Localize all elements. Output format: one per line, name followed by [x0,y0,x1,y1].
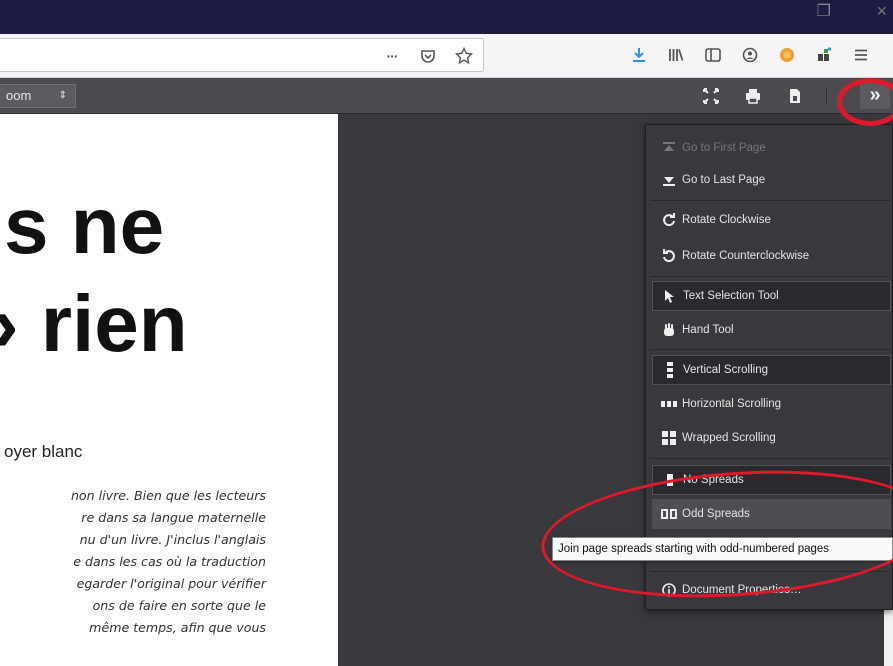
menu-item-text-selection-tool[interactable]: Text Selection Tool [652,281,891,311]
menu-item-label: Vertical Scrolling [683,364,769,376]
wrapped-scroll-icon [660,430,678,446]
menu-item-rotate-clockwise[interactable]: Rotate Clockwise [652,205,891,235]
menu-item-label: Go to Last Page [682,174,766,186]
pocket-icon[interactable] [417,45,439,67]
menu-item-label: Text Selection Tool [683,290,779,302]
extensions-puzzle-icon[interactable] [813,44,835,66]
menu-separator [650,200,890,201]
menu-item-rotate-counterclockwise[interactable]: Rotate Counterclockwise [652,241,891,271]
presentation-mode-icon[interactable] [700,85,722,107]
zoom-select-label: oom [6,88,32,103]
download-icon[interactable] [784,85,806,107]
menu-item-wrapped-scrolling[interactable]: Wrapped Scrolling [652,423,891,453]
menu-icon[interactable] [850,44,872,66]
document-heading-line-2: › rien [0,279,188,368]
pdf-toolbar: oom ⇕ » [0,78,893,114]
restore-window-button[interactable]: ❐ [817,4,831,20]
menu-separator [650,458,890,459]
bookmark-star-icon[interactable] [453,45,475,67]
menu-item-go-to-first-page[interactable]: Go to First Page [652,133,891,163]
document-heading-line-1: s ne [4,181,165,270]
zoom-select-arrow: ⇕ [58,90,67,101]
pdf-toolbar-buttons [700,85,826,107]
rotate-cw-icon [660,213,678,227]
menu-item-label: Go to First Page [682,142,766,154]
account-icon[interactable] [739,44,761,66]
horizontal-scroll-icon [660,400,678,408]
menu-item-hand-tool[interactable]: Hand Tool [652,315,891,345]
menu-separator [650,276,890,277]
sidebar-icon[interactable] [702,44,724,66]
cursor-icon [661,289,679,303]
rotate-ccw-icon [660,249,678,263]
url-bar[interactable]: ··· [0,38,484,72]
menu-separator [650,349,890,350]
paragraph-line: egarder l'original pour vérifier [76,576,266,591]
paragraph-line: non livre. Bien que les lecteurs [70,488,266,503]
last-page-icon [660,174,678,186]
adjacent-page-edge [884,608,893,666]
document-author: oyer blanc [4,442,83,461]
url-bar-actions: ··· [381,45,475,67]
first-page-icon [660,142,678,154]
menu-item-go-to-last-page[interactable]: Go to Last Page [652,165,891,195]
menu-item-label: Rotate Clockwise [682,214,771,226]
print-icon[interactable] [742,85,764,107]
menu-item-label: Horizontal Scrolling [682,398,782,410]
browser-tools [628,44,887,66]
hand-icon [660,323,678,337]
extension-icon[interactable] [776,44,798,66]
library-icon[interactable] [665,44,687,66]
paragraph-line: e dans les cas où la traduction [73,554,266,569]
window-titlebar: ❐ × [0,0,893,34]
paragraph-line: ons de faire en sorte que le [92,598,266,613]
menu-item-vertical-scrolling[interactable]: Vertical Scrolling [652,355,891,385]
menu-item-label: Hand Tool [682,324,734,336]
page-actions-icon[interactable]: ··· [381,45,403,67]
pdf-page: s ne › rien oyer blanc non livre. Bien q… [0,114,338,666]
menu-item-label: Rotate Counterclockwise [682,250,810,262]
paragraph-line: nu d'un livre. J'inclus l'anglais [79,532,266,547]
document-paragraph: non livre. Bien que les lecteurs re dans… [0,485,266,639]
menu-item-label: Wrapped Scrolling [682,432,776,444]
close-window-button[interactable]: × [876,2,887,20]
downloads-icon[interactable] [628,44,650,66]
paragraph-line: même temps, afin que vous [89,620,266,635]
navigation-toolbar: ··· [0,34,893,78]
vertical-scroll-icon [661,362,679,378]
toolbar-separator [826,88,827,104]
menu-item-horizontal-scrolling[interactable]: Horizontal Scrolling [652,389,891,419]
paragraph-line: re dans sa langue maternelle [81,510,266,525]
zoom-select[interactable]: oom ⇕ [0,84,76,108]
